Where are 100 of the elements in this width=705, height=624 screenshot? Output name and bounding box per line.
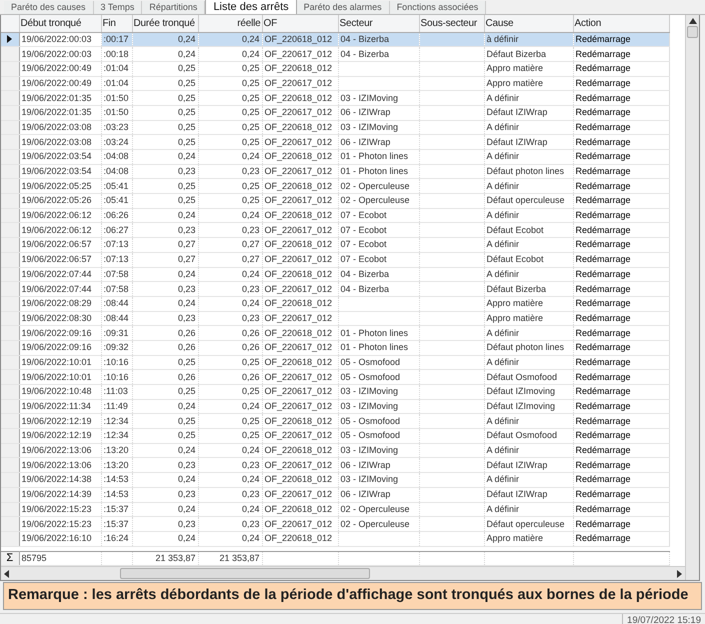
column-header[interactable]: Secteur bbox=[338, 15, 419, 32]
table-cell: Redémarrage bbox=[573, 428, 669, 444]
column-header[interactable]: Début tronqué bbox=[19, 15, 101, 32]
table-cell: A définir bbox=[484, 208, 573, 223]
table-cell: Appro matière bbox=[484, 76, 573, 91]
table-cell: OF_220617_012 bbox=[262, 164, 338, 179]
table-cell: 19/06/2022:00:03 bbox=[19, 32, 101, 47]
table-cell: :07:58 bbox=[101, 267, 132, 282]
table-cell: 0,24 bbox=[198, 208, 262, 223]
tab[interactable]: Répartitions bbox=[142, 1, 206, 14]
column-header[interactable]: Cause bbox=[484, 15, 573, 32]
column-header[interactable]: Sous-secteur bbox=[419, 15, 484, 32]
table-cell: 19/06/2022:05:26 bbox=[19, 194, 101, 208]
table-cell: Appro matière bbox=[484, 531, 573, 546]
horizontal-scrollbar[interactable] bbox=[1, 566, 685, 580]
column-header[interactable]: Fin bbox=[101, 15, 132, 32]
table-cell: 0,26 bbox=[198, 340, 262, 356]
table-cell: 19/06/2022:00:49 bbox=[19, 61, 101, 76]
table-cell: :13:20 bbox=[101, 443, 132, 458]
table-cell: Redémarrage bbox=[573, 90, 669, 106]
table-cell: :01:50 bbox=[101, 90, 132, 106]
tab[interactable]: Paréto des causes bbox=[4, 1, 94, 14]
table-cell: 0,24 bbox=[132, 472, 198, 488]
table-cell: 0,25 bbox=[198, 61, 262, 76]
tab[interactable]: Fonctions associées bbox=[390, 1, 486, 14]
table-cell: Redémarrage bbox=[573, 46, 669, 62]
table-cell: 05 - Osmofood bbox=[338, 355, 419, 370]
table-cell: 0,24 bbox=[198, 46, 262, 62]
table-cell: OF_220617_012 bbox=[262, 252, 338, 267]
status-datetime: 19/07/2022 15:19 bbox=[622, 614, 705, 624]
table-cell: 04 - Bizerba bbox=[338, 282, 419, 296]
table-cell: 19/06/2022:05:25 bbox=[19, 178, 101, 194]
scroll-thumb[interactable] bbox=[120, 568, 370, 579]
total-value: 21 353,87 bbox=[132, 552, 198, 566]
table-cell: 19/06/2022:10:01 bbox=[19, 355, 101, 370]
scroll-thumb[interactable] bbox=[687, 26, 698, 38]
table-cell: Redémarrage bbox=[573, 311, 669, 326]
table-cell: :06:26 bbox=[101, 208, 132, 223]
table-cell: A définir bbox=[484, 238, 573, 252]
table-cell: 03 - IZIMoving bbox=[338, 399, 419, 414]
table-cell: :11:03 bbox=[101, 384, 132, 400]
table-cell: Redémarrage bbox=[573, 296, 669, 312]
table-cell: 0,25 bbox=[132, 134, 198, 150]
table-cell: 02 - Operculeuse bbox=[338, 502, 419, 517]
tab[interactable]: Paréto des alarmes bbox=[296, 1, 390, 14]
table-cell: OF_220618_012 bbox=[262, 208, 338, 223]
table-cell: 19/06/2022:06:12 bbox=[19, 208, 101, 223]
table-cell: Redémarrage bbox=[573, 32, 669, 47]
table-cell: Redémarrage bbox=[573, 194, 669, 208]
table-cell: :12:34 bbox=[101, 414, 132, 429]
table-cell: 0,24 bbox=[198, 399, 262, 414]
scroll-left-icon[interactable] bbox=[4, 570, 10, 578]
vertical-scrollbar[interactable] bbox=[685, 15, 699, 580]
scroll-up-icon[interactable] bbox=[688, 18, 696, 24]
table-cell: Redémarrage bbox=[573, 267, 669, 282]
table-cell: Défaut operculeuse bbox=[484, 194, 573, 208]
table-cell: 19/06/2022:09:16 bbox=[19, 340, 101, 356]
scroll-right-icon[interactable] bbox=[676, 570, 682, 578]
table-cell: A définir bbox=[484, 502, 573, 517]
column-header[interactable]: réelle bbox=[198, 15, 262, 32]
table-cell: Redémarrage bbox=[573, 458, 669, 473]
table-cell: :10:16 bbox=[101, 370, 132, 384]
table-cell: Redémarrage bbox=[573, 238, 669, 252]
table-cell: 07 - Ecobot bbox=[338, 238, 419, 252]
table-cell: :09:31 bbox=[101, 326, 132, 340]
table-cell: 19/06/2022:10:01 bbox=[19, 370, 101, 384]
table-cell: :14:53 bbox=[101, 487, 132, 502]
table-cell: 0,25 bbox=[132, 120, 198, 135]
column-header[interactable]: OF bbox=[262, 15, 338, 32]
table-cell: 0,24 bbox=[198, 150, 262, 164]
table-cell: A définir bbox=[484, 355, 573, 370]
table-cell: Redémarrage bbox=[573, 282, 669, 296]
table-cell: Redémarrage bbox=[573, 340, 669, 356]
table-cell: :05:41 bbox=[101, 194, 132, 208]
table-cell: OF_220618_012 bbox=[262, 326, 338, 340]
table-cell: 04 - Bizerba bbox=[338, 267, 419, 282]
table-cell: OF_220618_012 bbox=[262, 267, 338, 282]
table-cell: 19/06/2022:03:54 bbox=[19, 164, 101, 179]
tab[interactable]: 3 Temps bbox=[94, 1, 142, 14]
column-header[interactable]: Durée tronqué bbox=[132, 15, 198, 32]
table-cell: 19/06/2022:13:06 bbox=[19, 443, 101, 458]
table-cell: 0,24 bbox=[132, 150, 198, 164]
table-cell: 19/06/2022:12:19 bbox=[19, 428, 101, 444]
table-cell: 0,25 bbox=[132, 105, 198, 120]
table-cell: 19/06/2022:00:49 bbox=[19, 76, 101, 91]
tab[interactable]: Liste des arrêts bbox=[205, 0, 297, 14]
table-cell: Défaut IZImoving bbox=[484, 399, 573, 414]
table-cell: Redémarrage bbox=[573, 384, 669, 400]
table-cell: Défaut operculeuse bbox=[484, 516, 573, 532]
table-cell: 0,23 bbox=[198, 516, 262, 532]
table-cell: Appro matière bbox=[484, 296, 573, 312]
table-cell: OF_220617_012 bbox=[262, 311, 338, 326]
table-cell: A définir bbox=[484, 326, 573, 340]
table-cell: 0,25 bbox=[132, 355, 198, 370]
table-cell: A définir bbox=[484, 178, 573, 194]
column-header[interactable]: Action bbox=[573, 15, 669, 32]
table-cell: 0,27 bbox=[198, 238, 262, 252]
table-cell: 03 - IZIMoving bbox=[338, 90, 419, 106]
table-cell: 01 - Photon lines bbox=[338, 150, 419, 164]
table-cell: 02 - Operculeuse bbox=[338, 178, 419, 194]
